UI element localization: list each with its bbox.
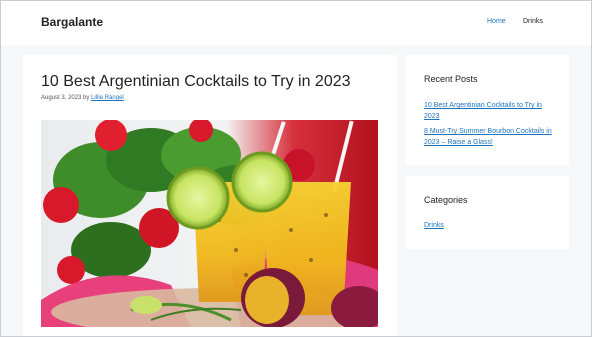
article-by-label: by [83,95,90,101]
categories-list: Drinks [424,220,554,235]
nav-item-home[interactable]: Home [487,18,506,25]
categories-title: Categories [424,195,468,205]
article-title: 10 Best Argentinian Cocktails to Try in … [41,73,351,90]
list-item: 8 Must-Try Summer Bourbon Cocktails in 2… [424,126,554,148]
article-date: August 3, 2023 [41,95,82,101]
nav-item-drinks[interactable]: Drinks [523,18,543,25]
recent-post-link[interactable]: 8 Must-Try Summer Bourbon Cocktails in 2… [424,128,552,146]
recent-posts-widget: Recent Posts 10 Best Argentinian Cocktai… [405,55,569,165]
category-link-drinks[interactable]: Drinks [424,222,444,229]
article-card: 10 Best Argentinian Cocktails to Try in … [23,55,397,337]
featured-image [41,120,378,327]
recent-post-link[interactable]: 10 Best Argentinian Cocktails to Try in … [424,102,542,120]
article-meta: August 3, 2023 by Lillie Rangel [41,95,124,101]
list-item: Drinks [424,220,554,231]
recent-posts-list: 10 Best Argentinian Cocktails to Try in … [424,100,554,152]
site-header: Bargalante Home Drinks [0,0,592,45]
list-item: 10 Best Argentinian Cocktails to Try in … [424,100,554,122]
categories-widget: Categories Drinks [405,176,569,249]
article-author-link[interactable]: Lillie Rangel [91,95,124,101]
site-title-link[interactable]: Bargalante [41,15,103,29]
recent-posts-title: Recent Posts [424,74,478,84]
